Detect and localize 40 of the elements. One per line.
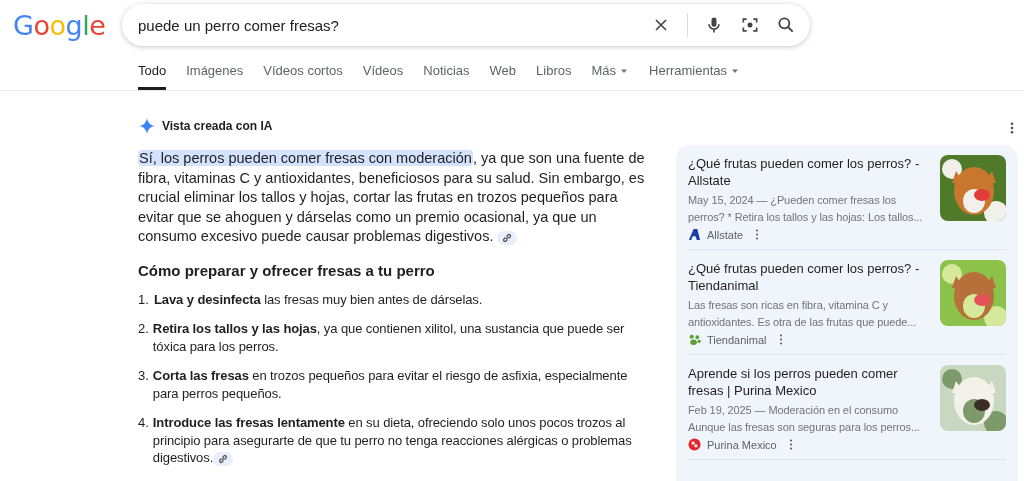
step-text: Retira los tallos y las hojas, ya que contienen xilitol, una sustancia que puede ser tóxica para los perros. (152, 320, 626, 356)
answer-paragraph: Sí, los perros pueden comer fresas con moderación, ya que son una fuente de fibra, vitaminas C y antioxidantes, beneficiosos para su salud. Sin embargo, es crucial eliminar los tallos y hojas, cortar las frutas en trozos pequeños para evitar que se ahoguen y dárselas como un premio ocasional, ya que un consumo excesivo puede causar problemas digestivos. (138, 149, 646, 247)
search-tab[interactable]: Herramientas (649, 63, 741, 90)
link-chip[interactable] (213, 452, 234, 467)
search-field[interactable]: puede un perro comer fresas? (122, 4, 810, 46)
step-text: Corta las fresas en trozos pequeños para evitar el riesgo de asfixia, especialmente para perros pequeños. (152, 367, 629, 403)
source-snippet: May 15, 2024 — ¿Pueden comer fresas los perros? * Retira los tallos y las hojas: Los tallos... (688, 193, 924, 225)
step-number: 4. (138, 414, 149, 433)
site-name[interactable]: Tiendanimal (707, 333, 767, 346)
search-tab[interactable]: Libros (536, 63, 572, 90)
source-snippet: Feb 19, 2025 — Moderación en el consumo Aunque las fresas son seguras para los perros... (688, 403, 921, 435)
more-options-icon[interactable] (788, 439, 793, 450)
search-tab[interactable]: Noticias (423, 63, 470, 90)
search-icon[interactable] (776, 15, 796, 35)
more-options-icon[interactable] (1010, 122, 1014, 134)
more-options-icon[interactable] (778, 334, 783, 345)
source-title[interactable]: ¿Qué frutas pueden comer los perros? - Tiendanimal (688, 260, 932, 294)
search-tab[interactable]: Imágenes (186, 63, 244, 90)
step-number: 1. (138, 290, 150, 309)
step-number: 2. (138, 320, 149, 339)
link-chip[interactable] (497, 230, 518, 245)
search-tab[interactable]: Vídeos (362, 63, 404, 90)
overview-title: Vista creada con IA (162, 119, 273, 133)
site-name[interactable]: Allstate (707, 228, 744, 241)
search-tab[interactable]: Todo (138, 63, 167, 90)
section-heading: Cómo preparar y ofrecer fresas a tu perro (138, 261, 436, 279)
search-tab[interactable]: Web (489, 63, 517, 90)
search-tab[interactable]: Vídeos cortos (263, 63, 343, 90)
source-title[interactable]: ¿Qué frutas pueden comer los perros? - Allstate (688, 155, 932, 189)
google-logo[interactable]: Google (0, 9, 122, 41)
camera-icon[interactable] (740, 15, 760, 35)
source-title[interactable]: Aprende si los perros pueden comer fresas | Purina Mexico (688, 365, 932, 399)
site-name[interactable]: Purina Mexico (707, 438, 777, 451)
step-text: Lava y desinfecta las fresas muy bien antes de dárselas. (154, 290, 483, 309)
search-tab[interactable]: Más (591, 63, 629, 90)
sparkle-icon (138, 117, 156, 135)
source-snippet: Las fresas son ricas en fibra, vitamina C y antioxidantes. Es otra de las frutas que puede... (688, 298, 918, 330)
step-number: 3. (138, 367, 149, 386)
more-options-icon[interactable] (755, 229, 760, 240)
step-text: Introduce las fresas lentamente en su dieta, ofreciendo solo unos pocos trozos al principio para asegurarte de que tu perro no tenga reacciones alérgicas o problemas digestivos. (152, 414, 633, 467)
